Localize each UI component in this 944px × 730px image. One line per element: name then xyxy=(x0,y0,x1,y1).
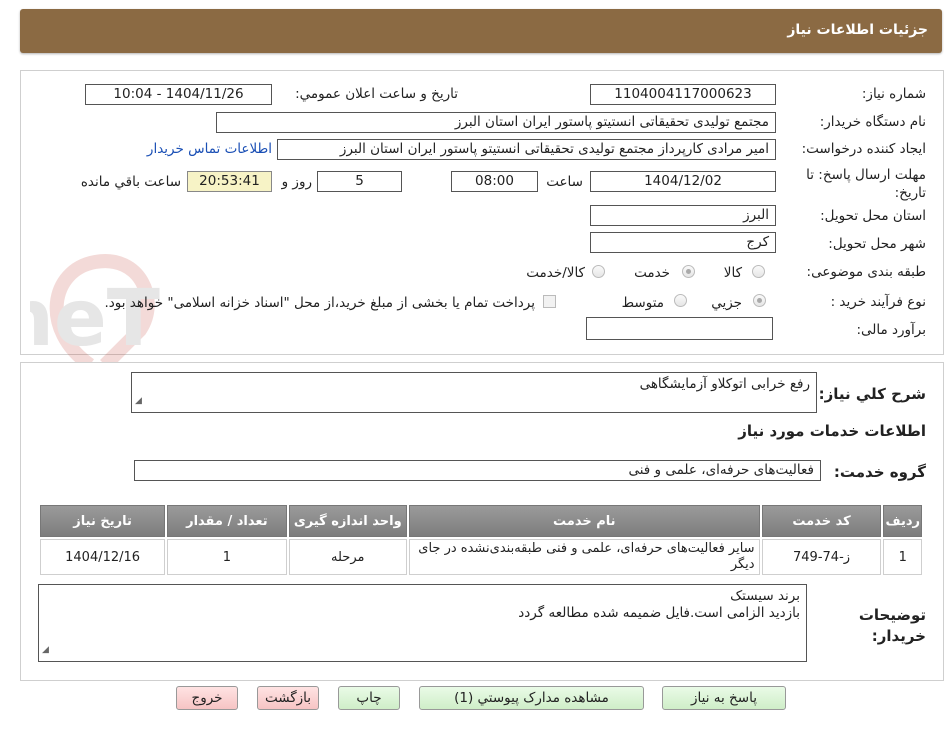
category-label: طبقه بندی موضوعی: xyxy=(806,264,926,280)
services-table-wrap: رديف کد خدمت نام خدمت واحد اندازه گيری ت… xyxy=(38,503,924,577)
view-attachments-button[interactable]: مشاهده مدارک پیوستي (1) xyxy=(419,686,644,710)
province-label: استان محل تحويل: xyxy=(820,208,926,224)
deadline-time-label: ساعت xyxy=(546,174,583,190)
col-header-service-code: کد خدمت xyxy=(761,505,882,537)
service-group-label: گروه خدمت: xyxy=(833,463,926,481)
col-header-row-number: رديف xyxy=(883,505,922,537)
cell-row-number: 1 xyxy=(883,539,922,575)
cell-service-code: ز-74-749 xyxy=(761,539,882,575)
general-description-field: رفع خرابی اتوکلاو آزمایشگاهی ◢ xyxy=(131,372,817,413)
deadline-label: مهلت ارسال پاسخ: تا تاریخ: xyxy=(806,167,926,201)
exit-button[interactable]: خروج xyxy=(176,686,238,710)
reply-button[interactable]: پاسخ به نياز xyxy=(662,686,786,710)
general-description-text: رفع خرابی اتوکلاو آزمایشگاهی xyxy=(639,376,810,392)
buyer-notes-field: برند سیستک بازدید الزامی است.فایل ضمیمه … xyxy=(38,584,807,662)
announce-datetime-field: 1404/11/26 - 10:04 xyxy=(85,84,272,105)
buyer-contact-link[interactable]: اطلاعات تماس خريدار xyxy=(147,141,272,157)
page-title: جزئیات اطلاعات نیاز xyxy=(787,22,928,38)
treasury-bonds-checkbox[interactable] xyxy=(543,295,556,308)
purchase-option-medium: متوسط xyxy=(621,295,664,311)
col-header-need-date: تاريخ نياز xyxy=(40,505,166,537)
purchase-option-minor: جزیي xyxy=(711,295,742,311)
category-radio-service[interactable] xyxy=(682,265,695,278)
remaining-days-label: روز و xyxy=(281,174,312,190)
service-group-field: فعالیت‌های حرفه‌ای، علمی و فنی xyxy=(134,460,821,481)
cell-need-date: 1404/12/16 xyxy=(40,539,166,575)
page-header: جزئیات اطلاعات نیاز xyxy=(20,9,942,53)
buyer-org-label: نام دستگاه خريدار: xyxy=(819,114,926,130)
category-radio-goods-service[interactable] xyxy=(592,265,605,278)
purchase-process-label: نوع فرآیند خرید : xyxy=(830,294,926,310)
deadline-time-field: 08:00 xyxy=(451,171,538,192)
need-number-field: 1104004117000623 xyxy=(590,84,776,105)
buyer-org-field: مجتمع تولیدی تحقیقاتی انستیتو پاستور ایر… xyxy=(216,112,776,133)
deadline-date-field: 1404/12/02 xyxy=(590,171,776,192)
province-field: البرز xyxy=(590,205,776,226)
category-option-goods: کالا xyxy=(723,265,742,281)
table-row: 1 ز-74-749 سایر فعالیت‌های حرفه‌ای، علمی… xyxy=(40,539,922,575)
category-radio-goods[interactable] xyxy=(752,265,765,278)
resize-grip-icon[interactable]: ◢ xyxy=(42,642,49,659)
remaining-time-field: 20:53:41 xyxy=(187,171,272,192)
general-description-label: شرح کلي نياز: xyxy=(818,385,926,403)
budget-field[interactable] xyxy=(586,317,773,340)
col-header-quantity: تعداد / مقدار xyxy=(167,505,287,537)
buyer-notes-line-2: بازدید الزامی است.فایل ضمیمه شده مطالعه … xyxy=(518,605,800,621)
back-button[interactable]: بازگشت xyxy=(257,686,319,710)
col-header-service-name: نام خدمت xyxy=(408,505,760,537)
purchase-radio-medium[interactable] xyxy=(674,294,687,307)
cell-service-name: سایر فعالیت‌های حرفه‌ای، علمی و فنی طبقه… xyxy=(408,539,760,575)
purchase-radio-minor[interactable] xyxy=(753,294,766,307)
requester-label: ايجاد کننده درخواست: xyxy=(801,141,926,157)
services-section-title: اطلاعات خدمات مورد نياز xyxy=(738,422,926,440)
budget-label: برآورد مالی: xyxy=(856,322,926,338)
announce-datetime-label: تاریخ و ساعت اعلان عمومي: xyxy=(295,86,458,102)
buyer-notes-line-1: برند سیستک xyxy=(730,588,800,604)
remaining-days-field: 5 xyxy=(317,171,402,192)
need-number-label: شماره نیاز: xyxy=(861,86,926,102)
cell-unit: مرحله xyxy=(288,539,407,575)
remaining-time-label: ساعت باقي مانده xyxy=(80,174,181,190)
table-header-row: رديف کد خدمت نام خدمت واحد اندازه گيری ت… xyxy=(40,505,922,537)
city-label: شهر محل تحويل: xyxy=(828,236,926,252)
buyer-notes-label: توضيحات خريدار: xyxy=(858,606,926,645)
resize-grip-icon[interactable]: ◢ xyxy=(135,393,142,410)
col-header-unit: واحد اندازه گيری xyxy=(288,505,407,537)
city-field: کرج xyxy=(590,232,776,253)
services-table: رديف کد خدمت نام خدمت واحد اندازه گيری ت… xyxy=(38,503,924,577)
treasury-bonds-note: پرداخت تمام یا بخشی از مبلغ خرید،از محل … xyxy=(104,295,535,311)
requester-field: امیر مرادی کارپرداز مجتمع تولیدی تحقیقات… xyxy=(277,139,776,160)
category-option-service: خدمت xyxy=(634,265,670,281)
cell-quantity: 1 xyxy=(167,539,287,575)
print-button[interactable]: چاپ xyxy=(338,686,400,710)
category-option-goods-service: کالا/خدمت xyxy=(526,265,585,281)
